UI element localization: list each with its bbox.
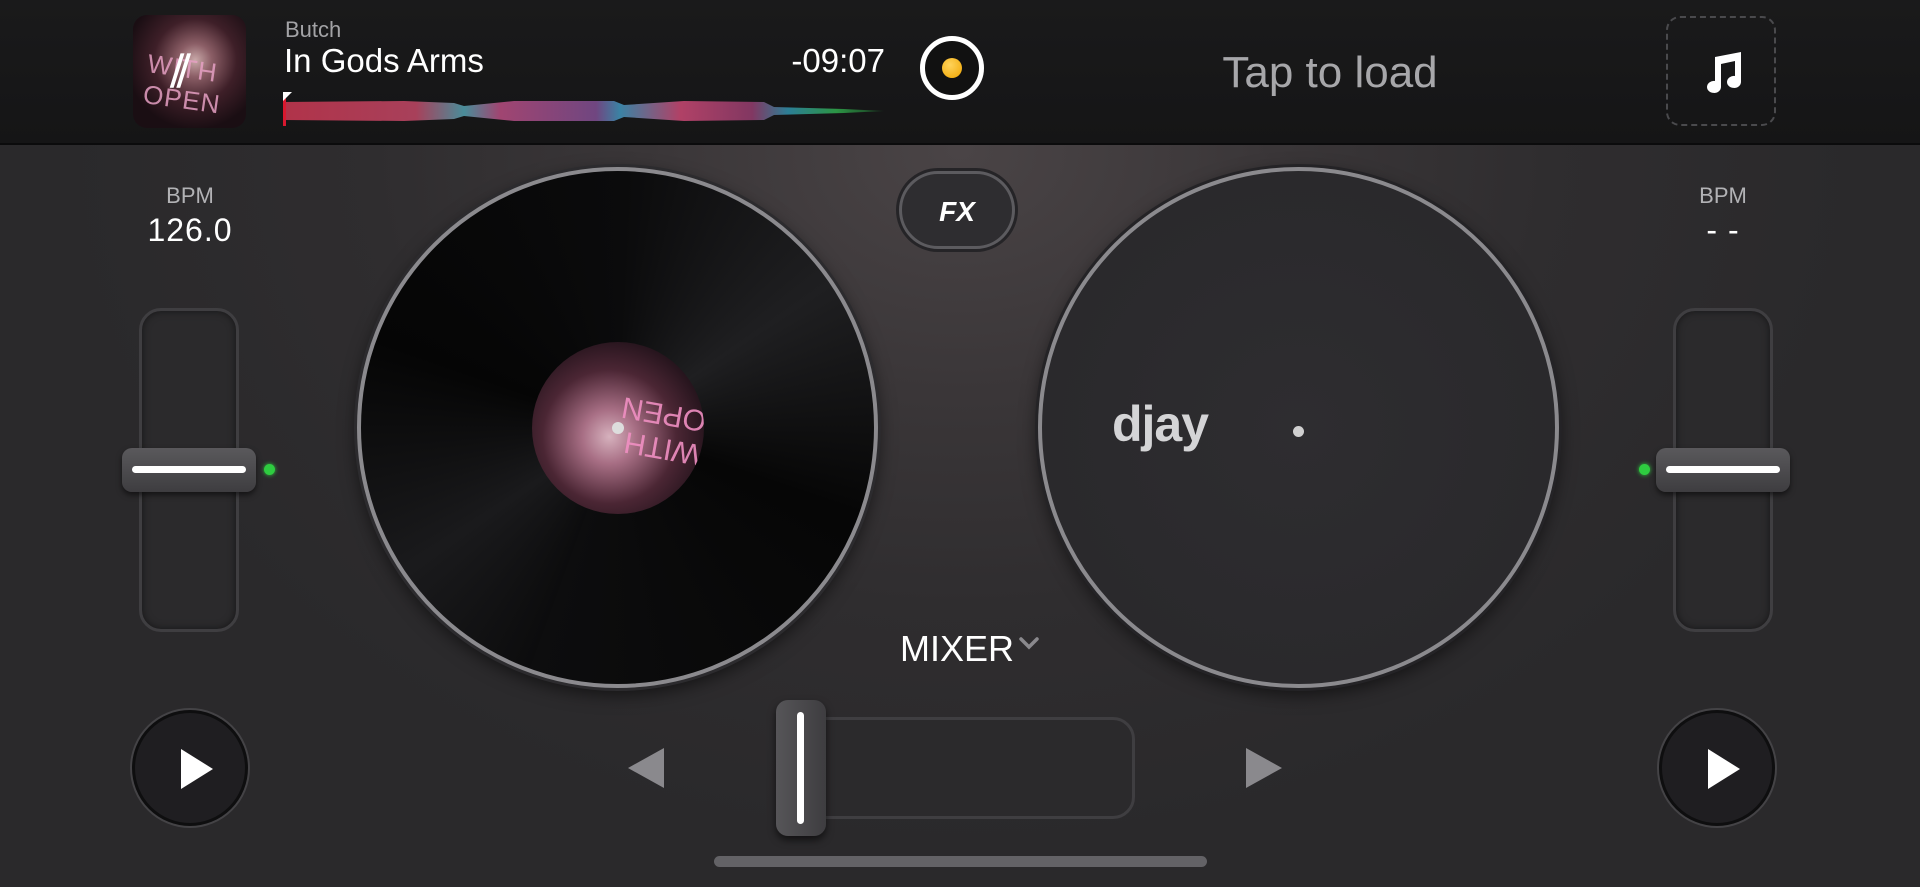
pitch-handle-left[interactable]: [122, 448, 256, 492]
crossfader-right-arrow[interactable]: [1246, 748, 1282, 788]
track-title: In Gods Arms: [284, 42, 484, 79]
pitch-led-right: [1639, 464, 1650, 475]
djay-logo: djay: [1112, 396, 1209, 452]
bpm-value-left: 126.0: [147, 212, 233, 248]
home-indicator[interactable]: [714, 856, 1207, 867]
bpm-value-right: - -: [1706, 212, 1740, 248]
pitch-led-left: [264, 464, 275, 475]
record-label-text: WITH OPEN: [619, 390, 704, 471]
music-note-icon: [1707, 52, 1741, 93]
sync-button[interactable]: [920, 36, 984, 100]
pitch-handle-right[interactable]: [1656, 448, 1790, 492]
spindle-right: [1293, 426, 1304, 437]
chevron-down-icon[interactable]: [1018, 636, 1040, 650]
bpm-label-left: BPM: [166, 183, 214, 208]
crossfader-track[interactable]: [798, 717, 1135, 819]
sync-icon: [942, 58, 962, 78]
fx-label: FX: [939, 196, 975, 227]
crossfader-handle[interactable]: [776, 700, 826, 836]
album-art[interactable]: WITH OPEN ⫽: [133, 15, 246, 128]
record-label: WITH OPEN: [532, 342, 704, 514]
mixer-toggle[interactable]: MIXER: [900, 628, 1014, 670]
play-icon: [181, 749, 213, 789]
bpm-label-right: BPM: [1699, 183, 1747, 208]
playhead-flag: [283, 92, 292, 101]
play-button-left[interactable]: [132, 710, 248, 826]
spindle-left: [612, 422, 624, 434]
turntable-left[interactable]: WITH OPEN: [357, 167, 878, 688]
play-icon: [1708, 749, 1740, 789]
album-art-logo: ⫽: [171, 47, 191, 96]
crossfader-left-arrow[interactable]: [628, 748, 664, 788]
track-waveform[interactable]: [284, 96, 884, 126]
music-library-button[interactable]: [1666, 16, 1776, 126]
turntable-right[interactable]: djay: [1038, 167, 1559, 688]
track-artist: Butch: [285, 17, 342, 42]
album-art-text: WITH OPEN: [141, 48, 223, 120]
play-button-right[interactable]: [1659, 710, 1775, 826]
tap-to-load-label[interactable]: Tap to load: [1180, 48, 1480, 98]
top-bar: WITH OPEN ⫽ Butch In Gods Arms -09:07 Ta…: [0, 0, 1920, 145]
fx-button[interactable]: FX: [899, 171, 1015, 249]
time-remaining: -09:07: [791, 42, 885, 79]
